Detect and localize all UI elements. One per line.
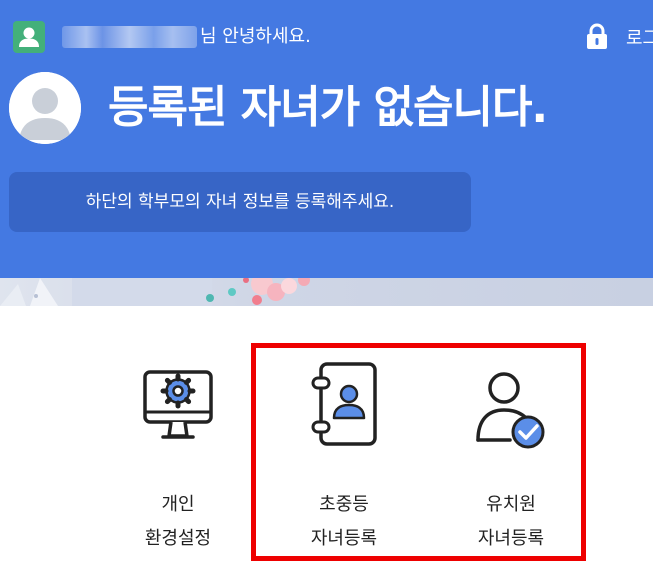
hero-banner: 님 안녕하세요. 로그 등록된 자녀가 없습니다. 하단의 학부모의 자녀 정보… (0, 0, 653, 278)
top-bar: 님 안녕하세요. 로그 (0, 0, 653, 62)
lock-icon (587, 23, 607, 49)
personal-settings-button[interactable]: 개인 환경설정 (113, 360, 243, 560)
menu-label-line1: 개인 (161, 494, 195, 515)
user-name-masked (62, 26, 197, 48)
decorative-strip (0, 278, 653, 306)
avatar (9, 72, 81, 144)
user-icon (13, 21, 45, 53)
greeting-text: 님 안녕하세요. (200, 26, 311, 47)
menu-label-line2: 환경설정 (144, 528, 212, 549)
default-avatar-icon (9, 72, 81, 144)
flower-illustration (0, 278, 310, 306)
login-label: 로그 (626, 28, 653, 49)
monitor-gear-icon (143, 370, 213, 439)
highlight-box (251, 343, 586, 561)
login-button[interactable]: 로그 (582, 20, 653, 52)
notice-text: 하단의 학부모의 자녀 정보를 등록해주세요. (85, 192, 395, 212)
notice-box: 하단의 학부모의 자녀 정보를 등록해주세요. (9, 172, 471, 232)
page-title: 등록된 자녀가 없습니다. (108, 82, 548, 133)
